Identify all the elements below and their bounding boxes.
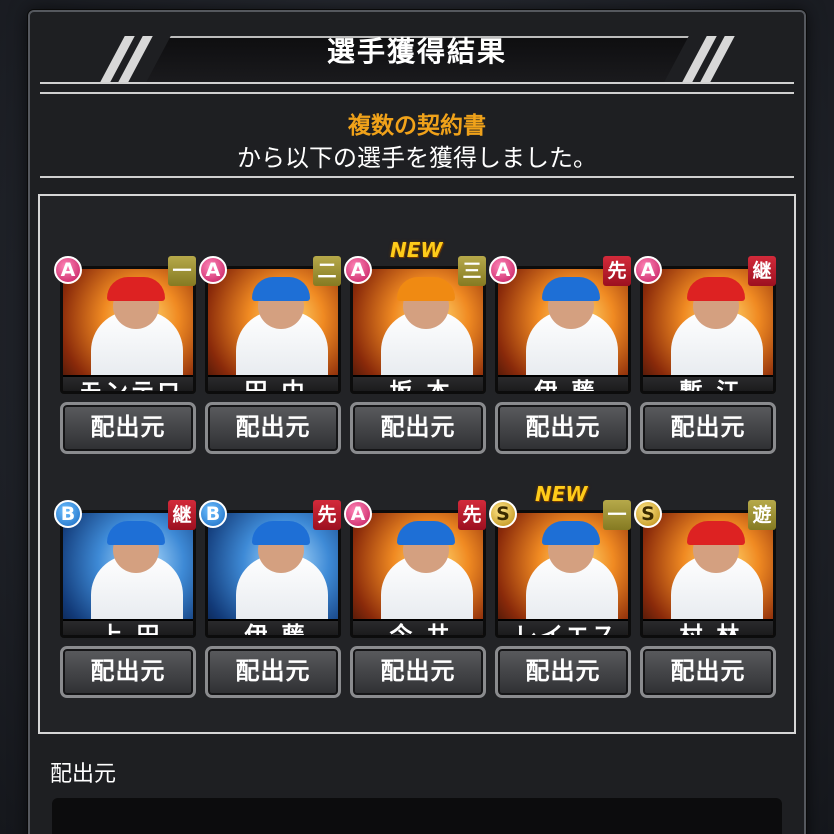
rank-badge: B	[54, 500, 82, 528]
new-badge: NEW	[535, 482, 588, 506]
rank-badge: S	[489, 500, 517, 528]
title-underline	[40, 82, 794, 84]
rank-badge: A	[634, 256, 662, 284]
player-cap	[252, 277, 310, 301]
source-button[interactable]: 配出元	[60, 402, 196, 454]
rank-badge: A	[344, 500, 372, 528]
player-grid: モンテロ A 一配出元田 中 A 二配出元坂 本 A 三 NEW 配出元伊 藤 A 先配出元塹 江A…	[48, 200, 788, 740]
player-name: 今 井	[353, 619, 483, 635]
position-badge: 一	[603, 500, 631, 530]
player-cap	[687, 521, 745, 545]
player-name: 伊 藤	[208, 619, 338, 635]
player-card[interactable]: 上 田 B 継配出元	[54, 500, 196, 730]
rank-badge: A	[199, 256, 227, 284]
player-name: 塹 江	[643, 375, 773, 391]
player-card[interactable]: 伊 藤 B 先配出元	[199, 500, 341, 730]
player-cap	[397, 277, 455, 301]
player-card[interactable]: 今 井 A 先配出元	[344, 500, 486, 730]
player-card[interactable]: 田 中 A 二配出元	[199, 256, 341, 486]
player-name: モンテロ	[63, 375, 193, 391]
position-badge: 先	[313, 500, 341, 530]
player-cap	[542, 277, 600, 301]
divider	[40, 176, 794, 178]
result-message: から以下の選手を獲得しました。	[237, 144, 597, 172]
rank-badge: A	[54, 256, 82, 284]
source-button[interactable]: 配出元	[60, 646, 196, 698]
player-cap	[397, 521, 455, 545]
source-box	[52, 798, 782, 834]
player-card[interactable]: レイエス S 一 NEW 配出元	[489, 482, 631, 730]
new-badge: NEW	[390, 238, 443, 262]
source-button[interactable]: 配出元	[205, 646, 341, 698]
position-badge: 継	[168, 500, 196, 530]
position-badge: 先	[603, 256, 631, 286]
player-name: 坂 本	[353, 375, 483, 391]
player-name: 伊 藤	[498, 375, 628, 391]
source-button[interactable]: 配出元	[350, 402, 486, 454]
source-button[interactable]: 配出元	[640, 402, 776, 454]
source-button[interactable]: 配出元	[495, 646, 631, 698]
source-button[interactable]: 配出元	[495, 402, 631, 454]
position-badge: 二	[313, 256, 341, 286]
rank-badge: B	[199, 500, 227, 528]
player-name: 村 林	[643, 619, 773, 635]
position-badge: 一	[168, 256, 196, 286]
contract-highlight-text: 複数の契約書	[348, 113, 486, 139]
player-name: 上 田	[63, 619, 193, 635]
player-cap	[107, 521, 165, 545]
player-cap	[252, 521, 310, 545]
divider	[40, 92, 794, 94]
source-button[interactable]: 配出元	[350, 646, 486, 698]
source-button[interactable]: 配出元	[205, 402, 341, 454]
player-name: 田 中	[208, 375, 338, 391]
rank-badge: A	[489, 256, 517, 284]
player-card[interactable]: 村 林 S 遊配出元	[634, 500, 776, 730]
source-button[interactable]: 配出元	[640, 646, 776, 698]
player-cap	[107, 277, 165, 301]
position-badge: 継	[748, 256, 776, 286]
position-badge: 遊	[748, 500, 776, 530]
position-badge: 三	[458, 256, 486, 286]
player-card[interactable]: 伊 藤 A 先配出元	[489, 256, 631, 486]
rank-badge: S	[634, 500, 662, 528]
source-label: 配出元	[50, 762, 117, 787]
rank-badge: A	[344, 256, 372, 284]
player-card[interactable]: 坂 本 A 三 NEW 配出元	[344, 238, 486, 486]
player-card[interactable]: 塹 江 A 継配出元	[634, 256, 776, 486]
page-title: 選手獲得結果	[326, 35, 507, 68]
player-name: レイエス	[498, 619, 628, 635]
position-badge: 先	[458, 500, 486, 530]
player-cap	[687, 277, 745, 301]
player-cap	[542, 521, 600, 545]
player-card[interactable]: モンテロ A 一配出元	[54, 256, 196, 486]
